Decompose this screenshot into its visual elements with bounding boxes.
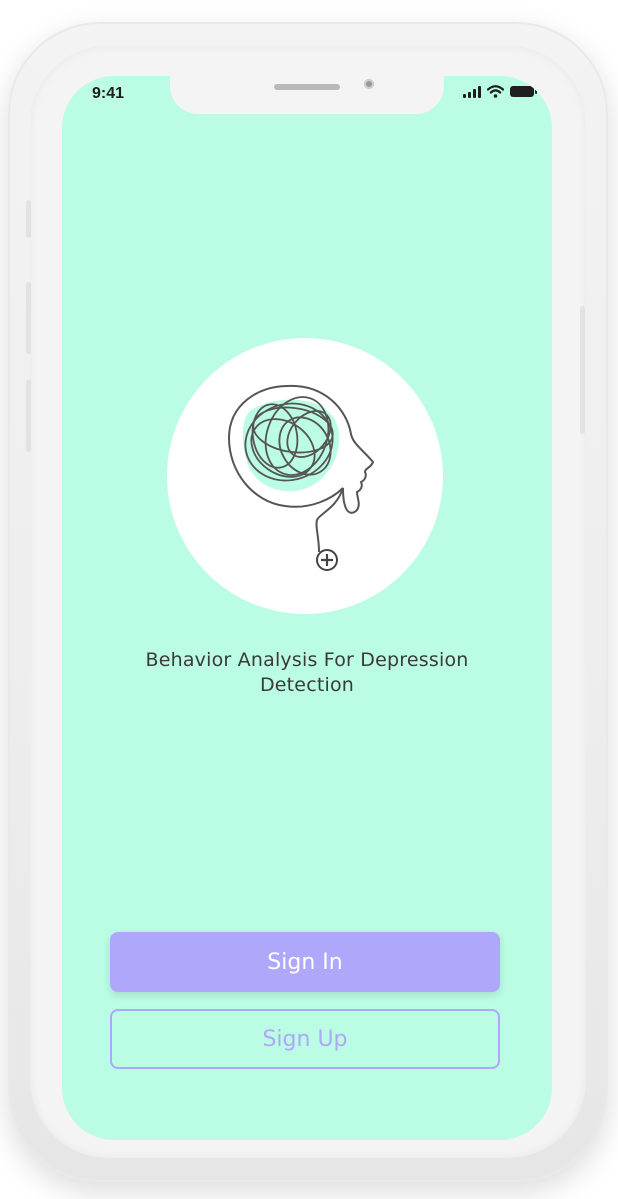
- cellular-signal-icon: [463, 85, 481, 98]
- battery-icon: [510, 86, 537, 97]
- status-time: 9:41: [92, 85, 125, 102]
- volume-up-button: [26, 282, 31, 354]
- status-icons: [463, 85, 537, 98]
- front-camera: [364, 79, 374, 89]
- tangled-mind-head-icon: [227, 384, 375, 571]
- mute-switch: [26, 200, 31, 238]
- volume-down-button: [26, 380, 31, 452]
- notch: [170, 76, 444, 114]
- power-button: [580, 306, 585, 434]
- wifi-icon: [487, 85, 504, 98]
- sign-up-button[interactable]: Sign Up: [110, 1009, 500, 1069]
- app-title: Behavior Analysis For Depression Detecti…: [145, 649, 469, 696]
- app-logo: [167, 338, 443, 614]
- device-frame: 9:41 Behavior Analysis For Depression De…: [0, 0, 618, 1199]
- sign-in-button[interactable]: Sign In: [110, 932, 500, 992]
- speaker-grille: [274, 84, 340, 90]
- app-screen: 9:41 Behavior Analysis For Depression De…: [62, 76, 552, 1140]
